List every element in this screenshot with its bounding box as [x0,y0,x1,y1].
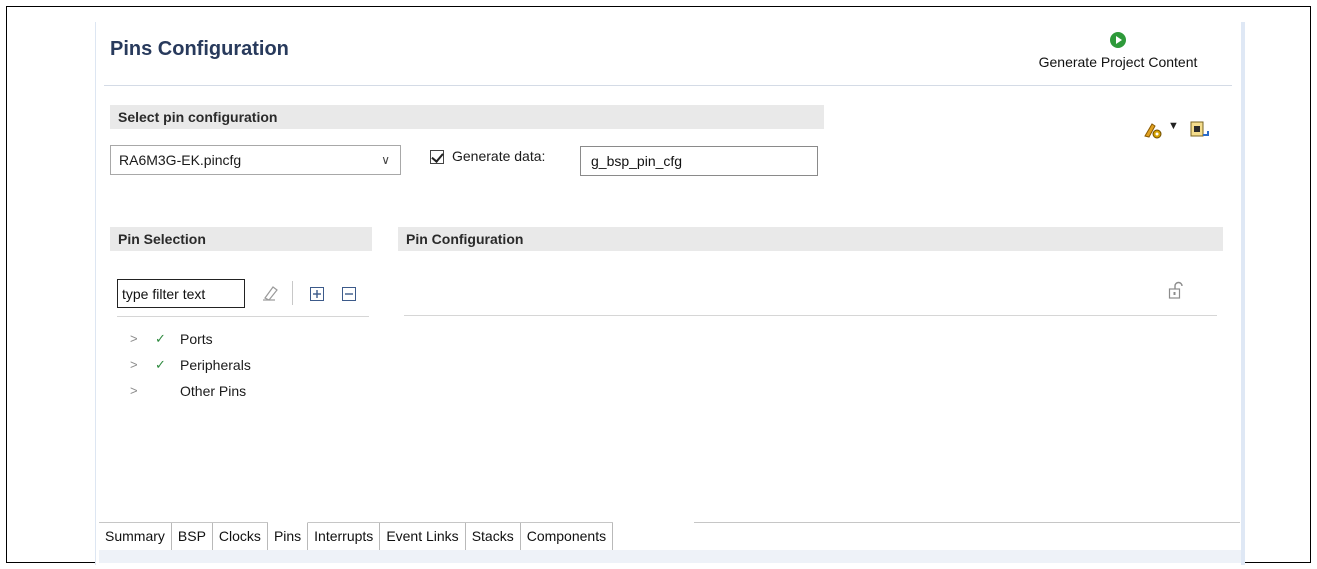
dropdown-arrow-icon[interactable]: ▼ [1168,120,1179,132]
pin-selection-header: Pin Selection [110,227,372,251]
tab-components[interactable]: Components [520,523,614,550]
pin-configuration-select[interactable]: RA6M3G-EK.pincfg ∨ [110,145,401,175]
tabs-divider [694,522,1240,523]
generate-button-label: Generate Project Content [1038,54,1198,70]
tab-interrupts[interactable]: Interrupts [308,523,381,550]
toolbar-separator [292,281,293,305]
editor-toolbar: ▼ [1142,118,1222,140]
filter-input[interactable] [117,279,245,308]
expand-all-icon[interactable] [309,286,325,305]
chevron-right-icon[interactable]: > [130,380,138,402]
pin-configuration-header: Pin Configuration [398,227,1223,251]
chevron-right-icon[interactable]: > [130,328,138,350]
check-icon: ✓ [155,357,166,372]
collapse-all-icon[interactable] [341,286,357,305]
chevron-down-icon: ∨ [381,153,390,167]
check-icon: ✓ [155,331,166,346]
tree-item-label: Other Pins [180,383,247,399]
tree-item-label: Peripherals [180,357,251,373]
tab-bsp[interactable]: BSP [171,523,213,550]
tree-item-label: Ports [180,331,213,347]
generate-data-label: Generate data: [452,148,546,164]
selected-config-file: RA6M3G-EK.pincfg [119,152,242,168]
pin-selection-divider [117,316,369,317]
pin-configuration-divider [404,315,1217,316]
editor-bottom-strip [99,550,1241,563]
generate-data-input[interactable] [580,146,818,176]
tab-event-links[interactable]: Event Links [380,523,466,550]
chevron-right-icon[interactable]: > [130,354,138,376]
select-pin-configuration-header: Select pin configuration [110,105,824,129]
tab-pins[interactable]: Pins [267,522,309,551]
editor-tabs: Summary BSP Clocks Pins Interrupts Event… [99,522,614,551]
generate-project-content-button[interactable]: Generate Project Content [1018,32,1218,80]
unlock-icon[interactable] [1166,280,1186,303]
export-icon[interactable] [1188,118,1210,143]
clear-filter-icon[interactable] [261,284,281,305]
title-divider [104,85,1232,86]
run-icon [1110,32,1126,48]
tab-stacks[interactable]: Stacks [465,523,521,550]
generate-data-checkbox[interactable] [430,150,444,164]
tab-clocks[interactable]: Clocks [212,523,268,550]
tab-summary[interactable]: Summary [99,523,172,550]
page-title: Pins Configuration [110,38,289,60]
configure-icon[interactable] [1142,118,1164,143]
